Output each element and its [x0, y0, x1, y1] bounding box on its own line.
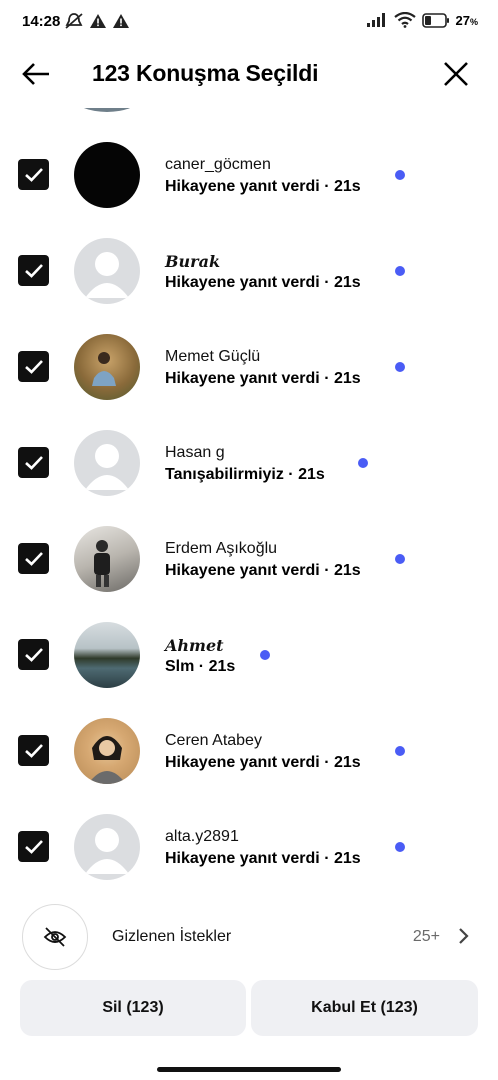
list-item[interactable]: Erdem Aşıkoğlu Hikayene yanıt verdi · 21… [0, 510, 498, 606]
unread-dot [395, 362, 405, 372]
avatar [74, 142, 140, 208]
unread-dot [260, 650, 270, 660]
conversation-name: Erdem Aşıkoğlu [165, 540, 278, 557]
checkmark-icon [24, 839, 43, 854]
page-title: 123 Konuşma Seçildi [92, 60, 319, 86]
checkmark-icon [24, 359, 43, 374]
header: 123 Konuşma Seçildi [0, 48, 498, 98]
selection-checkbox[interactable] [18, 639, 49, 670]
status-time: 14:28 [22, 13, 61, 30]
warning-icon [90, 14, 106, 28]
conversation-name: Burak [165, 252, 221, 271]
list-item[interactable]: alta.y2891 Hikayene yanıt verdi · 21s [0, 798, 498, 894]
default-avatar-icon [74, 814, 140, 880]
hidden-requests-count: 25+ [412, 928, 440, 945]
status-notification-icons [64, 12, 130, 30]
checkmark-icon [24, 167, 43, 182]
default-avatar-icon [74, 430, 140, 496]
conversation-name: Memet Güçlü [165, 348, 261, 365]
conversation-name: Ahmet [165, 636, 224, 655]
mute-icon [65, 13, 83, 29]
battery-level: 27% [455, 12, 478, 28]
list-item[interactable]: Hasan g Tanışabilirmiyiz · 21s [0, 414, 498, 510]
list-item[interactable]: Memet Güçlü Hikayene yanıt verdi · 21s [0, 318, 498, 414]
avatar [74, 334, 140, 400]
avatar [74, 622, 140, 688]
list-item[interactable]: Ahmet Slm · 21s [0, 606, 498, 702]
back-button[interactable] [18, 56, 54, 92]
hidden-requests-icon-wrap [22, 904, 88, 970]
signal-icon [366, 13, 385, 27]
conversation-preview: Hikayene yanıt verdi · 21s [165, 370, 361, 387]
warning-icon [113, 14, 129, 28]
unread-dot [395, 842, 405, 852]
status-system-icons: 27% [366, 12, 478, 28]
selection-checkbox[interactable] [18, 159, 49, 190]
checkmark-icon [24, 551, 43, 566]
avatar [74, 718, 140, 784]
wifi-icon [393, 12, 416, 28]
unread-dot [395, 266, 405, 276]
unread-dot [358, 458, 368, 468]
avatar [74, 526, 140, 592]
list-item[interactable]: Ceren Atabey Hikayene yanıt verdi · 21s [0, 702, 498, 798]
checkmark-icon [24, 743, 43, 758]
default-avatar-icon [74, 238, 140, 304]
selection-checkbox[interactable] [18, 351, 49, 382]
conversation-name: alta.y2891 [165, 828, 239, 845]
conversation-name: caner_göcmen [165, 156, 271, 173]
selection-checkbox[interactable] [18, 447, 49, 478]
eye-slash-icon [43, 927, 67, 947]
list-item[interactable]: Burak Hikayene yanıt verdi · 21s [0, 222, 498, 318]
battery-icon [421, 12, 449, 28]
arrow-left-icon [22, 63, 49, 85]
list-item[interactable]: caner_göcmen Hikayene yanıt verdi · 21s [0, 126, 498, 222]
selection-checkbox[interactable] [18, 735, 49, 766]
conversation-preview: Tanışabilirmiyiz · 21s [165, 466, 325, 483]
conversation-name: Ceren Atabey [165, 732, 262, 749]
hidden-requests-label: Gizlenen İstekler [112, 928, 232, 945]
close-icon [444, 62, 468, 86]
home-indicator[interactable] [157, 1067, 341, 1072]
conversation-name: Hasan g [165, 444, 225, 461]
selection-checkbox[interactable] [18, 831, 49, 862]
conversation-preview: Hikayene yanıt verdi · 21s [165, 178, 361, 195]
close-button[interactable] [438, 56, 474, 92]
checkmark-icon [24, 455, 43, 470]
selection-checkbox[interactable] [18, 255, 49, 286]
chevron-right-icon [459, 928, 469, 944]
conversation-preview: Hikayene yanıt verdi · 21s [165, 850, 361, 867]
hidden-requests-row[interactable]: Gizlenen İstekler 25+ [0, 904, 498, 970]
unread-dot [395, 170, 405, 180]
delete-button[interactable]: Sil (123) [20, 980, 246, 1036]
conversation-preview: Hikayene yanıt verdi · 21s [165, 274, 361, 291]
unread-dot [395, 746, 405, 756]
conversation-preview: Hikayene yanıt verdi · 21s [165, 562, 361, 579]
status-bar: 14:28 27% [0, 0, 498, 44]
selection-checkbox[interactable] [18, 543, 49, 574]
unread-dot [395, 554, 405, 564]
conversation-preview: Hikayene yanıt verdi · 21s [165, 754, 361, 771]
checkmark-icon [24, 647, 43, 662]
accept-button[interactable]: Kabul Et (123) [251, 980, 478, 1036]
checkmark-icon [24, 263, 43, 278]
conversation-preview: Slm · 21s [165, 658, 236, 675]
